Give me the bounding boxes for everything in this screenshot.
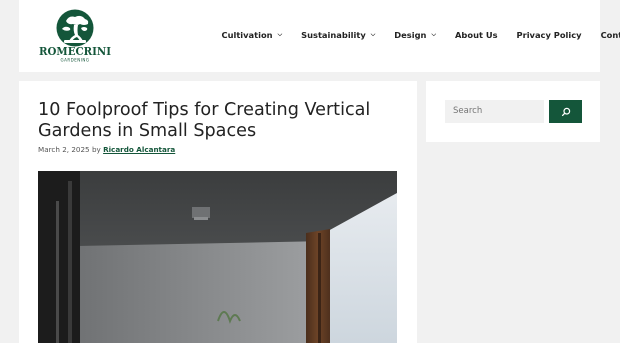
search-icon (561, 107, 570, 116)
vertical-garden-photo (38, 171, 397, 343)
site-logo[interactable]: ROMECRINI GARDENING (38, 9, 112, 63)
main-navigation: Cultivation ⌵ Sustainability ⌵ Design ⌵ … (212, 26, 620, 44)
post-meta: March 2, 2025 by Ricardo Alcantara (38, 145, 175, 154)
chevron-down-icon: ⌵ (370, 31, 376, 38)
nav-item-privacy-policy[interactable]: Privacy Policy (507, 26, 591, 44)
chevron-down-icon: ⌵ (277, 31, 283, 38)
site-header: ROMECRINI GARDENING Cultivation ⌵ Sustai… (19, 0, 620, 72)
bonsai-tree-icon: ROMECRINI GARDENING (39, 9, 111, 63)
logo-wordmark: ROMECRINI (39, 44, 111, 58)
article-content: 10 Foolproof Tips for Creating Vertical … (19, 81, 417, 343)
nav-item-label: Privacy Policy (516, 30, 582, 40)
nav-item-about-us[interactable]: About Us (446, 26, 508, 44)
search-input[interactable] (445, 100, 544, 123)
nav-item-label: Design (394, 30, 427, 40)
search-button[interactable] (549, 100, 582, 123)
logo-subtext: GARDENING (61, 58, 90, 63)
nav-item-cultivation[interactable]: Cultivation ⌵ (212, 26, 292, 44)
chevron-down-icon: ⌵ (431, 31, 437, 38)
sidebar (426, 81, 600, 142)
post-by-label: by (91, 145, 101, 154)
post-date[interactable]: March 2, 2025 (38, 145, 90, 154)
nav-item-sustainability[interactable]: Sustainability ⌵ (292, 26, 385, 44)
nav-item-label: Cultivation (221, 30, 273, 40)
post-author-link[interactable]: Ricardo Alcantara (103, 145, 175, 154)
featured-image[interactable] (38, 171, 397, 343)
nav-item-label: Contact Us (600, 30, 620, 40)
nav-item-design[interactable]: Design ⌵ (385, 26, 446, 44)
post-title[interactable]: 10 Foolproof Tips for Creating Vertical … (38, 100, 398, 142)
nav-item-label: Sustainability (301, 30, 366, 40)
nav-item-contact-us[interactable]: Contact Us (591, 26, 620, 44)
nav-item-label: About Us (455, 30, 498, 40)
